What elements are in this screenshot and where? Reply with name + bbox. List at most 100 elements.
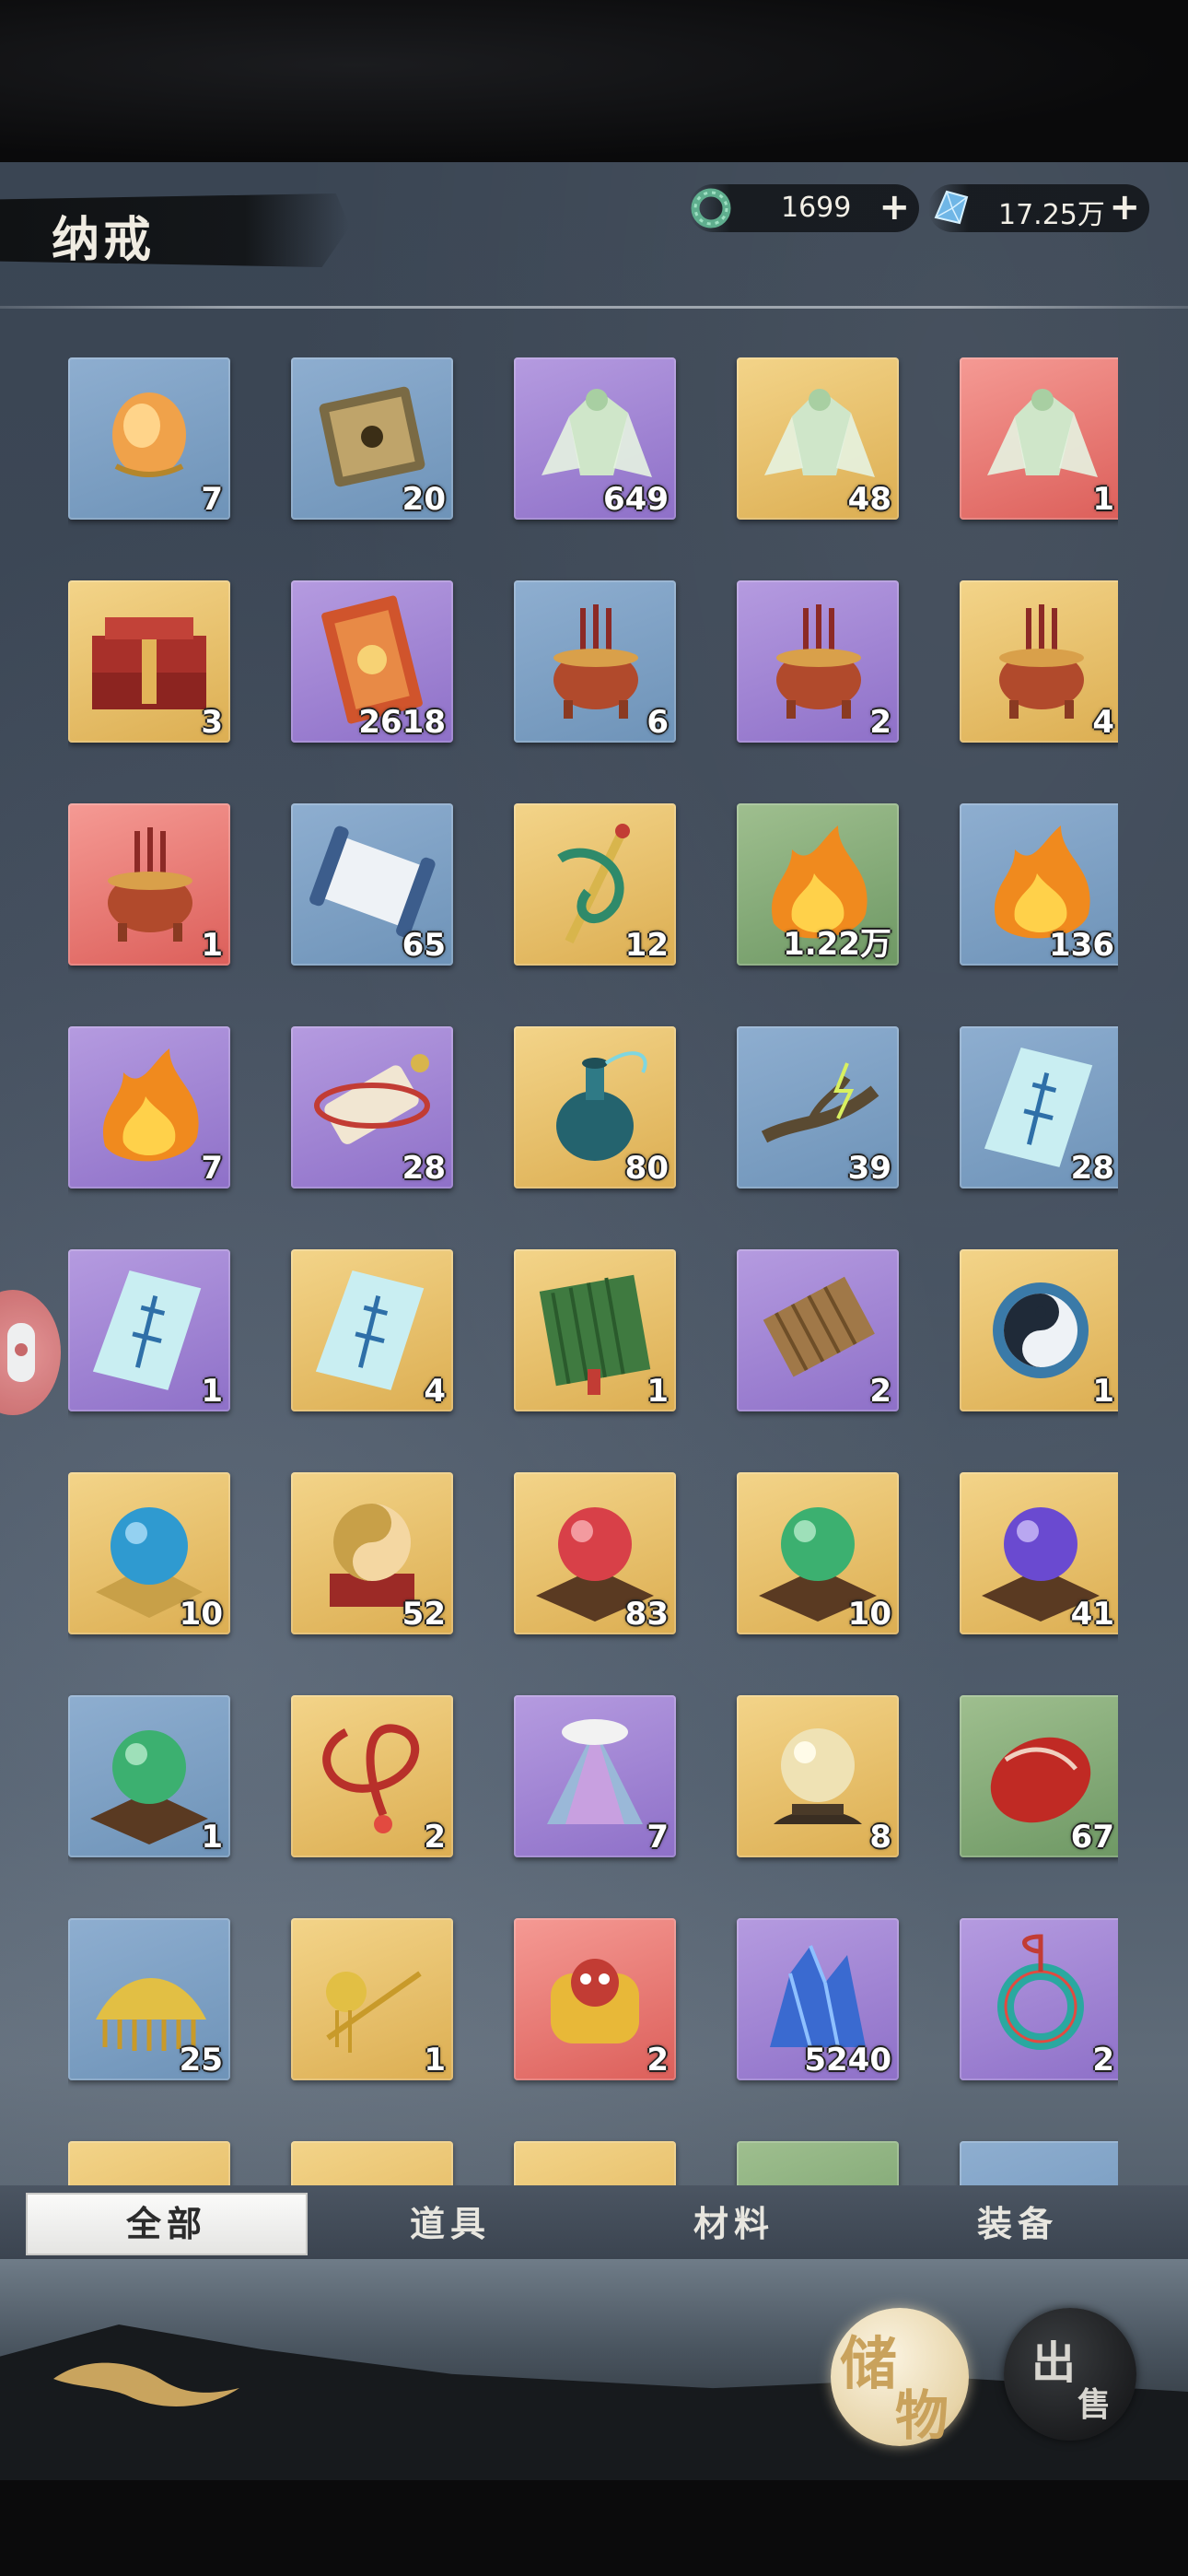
store-label-1: 储: [840, 2330, 898, 2397]
item-count: 7: [646, 1819, 669, 1856]
item-slot[interactable]: 65: [291, 803, 453, 966]
item-slot[interactable]: 1: [68, 803, 230, 966]
item-slot[interactable]: 1: [68, 1695, 230, 1857]
item-slot[interactable]: 1: [960, 1249, 1118, 1411]
item-slot[interactable]: [737, 2141, 899, 2185]
sell-button[interactable]: 出 售: [1004, 2308, 1136, 2441]
item-count: 6: [646, 704, 669, 741]
item-count: 4: [424, 1373, 446, 1410]
item-slot[interactable]: 136: [960, 803, 1118, 966]
item-count: 10: [847, 1596, 891, 1633]
item-count: 2: [869, 704, 891, 741]
item-count: 67: [1070, 1819, 1114, 1856]
store-button[interactable]: 储 物: [831, 2308, 969, 2447]
crystal-amount: 17.25万: [998, 199, 1105, 231]
crystal-currency: 17.25万 +: [928, 184, 1149, 232]
item-count: 5240: [804, 2042, 891, 2078]
page-title: 纳戒: [52, 212, 156, 268]
item-count: 2: [869, 1373, 891, 1410]
item-count: 83: [624, 1596, 669, 1633]
item-icon: [291, 2141, 453, 2185]
item-slot[interactable]: [291, 2141, 453, 2185]
item-count: 2618: [358, 704, 446, 741]
item-slot[interactable]: [514, 2141, 676, 2185]
item-slot[interactable]: [960, 2141, 1118, 2185]
item-slot[interactable]: 10: [68, 1472, 230, 1634]
item-count: 2: [646, 2042, 669, 2078]
item-count: 4: [1092, 704, 1114, 741]
item-slot[interactable]: 83: [514, 1472, 676, 1634]
item-slot[interactable]: 10: [737, 1472, 899, 1634]
item-slot[interactable]: 28: [960, 1026, 1118, 1188]
sell-label-2: 售: [1077, 2385, 1112, 2424]
item-slot[interactable]: 1: [960, 357, 1118, 520]
item-icon: [514, 2141, 676, 2185]
item-slot[interactable]: 20: [291, 357, 453, 520]
item-count: 10: [179, 1596, 223, 1633]
item-slot[interactable]: 52: [291, 1472, 453, 1634]
item-count: 3: [201, 704, 223, 741]
item-slot[interactable]: 7: [68, 357, 230, 520]
item-slot[interactable]: 1: [514, 1249, 676, 1411]
item-count: 1: [1092, 1373, 1114, 1410]
item-slot[interactable]: 80: [514, 1026, 676, 1188]
item-slot[interactable]: 649: [514, 357, 676, 520]
item-icon: [960, 2141, 1118, 2185]
item-slot[interactable]: 28: [291, 1026, 453, 1188]
tab-materials[interactable]: 材料: [593, 2193, 875, 2255]
item-count: 28: [1070, 1150, 1114, 1187]
item-slot[interactable]: 2618: [291, 580, 453, 743]
blue-crystal-icon: [934, 190, 969, 225]
tab-all[interactable]: 全部: [26, 2193, 308, 2255]
item-icon: [68, 2141, 230, 2185]
item-count: 1: [424, 2042, 446, 2078]
item-count: 52: [402, 1596, 446, 1633]
item-slot[interactable]: 2: [291, 1695, 453, 1857]
jade-amount: 1699: [781, 192, 852, 224]
item-slot[interactable]: 2: [960, 1918, 1118, 2080]
item-slot[interactable]: [68, 2141, 230, 2185]
jade-currency: 1699 +: [689, 184, 919, 232]
item-slot[interactable]: 67: [960, 1695, 1118, 1857]
item-count: 1.22万: [783, 926, 891, 963]
item-slot[interactable]: 7: [68, 1026, 230, 1188]
item-slot[interactable]: 48: [737, 357, 899, 520]
item-count: 12: [624, 927, 669, 964]
item-count: 80: [624, 1150, 669, 1187]
item-slot[interactable]: 12: [514, 803, 676, 966]
item-slot[interactable]: 39: [737, 1026, 899, 1188]
item-slot[interactable]: 4: [960, 580, 1118, 743]
item-count: 7: [201, 481, 223, 518]
top-decor-band: [0, 0, 1188, 162]
item-slot[interactable]: 4: [291, 1249, 453, 1411]
item-slot[interactable]: 1.22万: [737, 803, 899, 966]
add-jade-button[interactable]: +: [879, 186, 910, 228]
item-count: 28: [402, 1150, 446, 1187]
item-slot[interactable]: 41: [960, 1472, 1118, 1634]
item-slot[interactable]: 1: [291, 1918, 453, 2080]
item-icon: [737, 2141, 899, 2185]
item-count: 20: [402, 481, 446, 518]
item-slot[interactable]: 6: [514, 580, 676, 743]
item-count: 7: [201, 1150, 223, 1187]
item-slot[interactable]: 7: [514, 1695, 676, 1857]
item-count: 2: [424, 1819, 446, 1856]
jade-ring-icon: [691, 188, 731, 228]
item-slot[interactable]: 1: [68, 1249, 230, 1411]
add-crystal-button[interactable]: +: [1109, 186, 1140, 228]
item-slot[interactable]: 8: [737, 1695, 899, 1857]
item-slot[interactable]: 3: [68, 580, 230, 743]
item-slot[interactable]: 25: [68, 1918, 230, 2080]
item-slot[interactable]: 2: [514, 1918, 676, 2080]
item-slot[interactable]: 2: [737, 1249, 899, 1411]
gold-cloud-decoration: [53, 2362, 239, 2406]
tab-equipment[interactable]: 装备: [877, 2193, 1159, 2255]
toggle-knob-icon: [7, 1323, 35, 1382]
tab-props[interactable]: 道具: [309, 2193, 591, 2255]
item-count: 1: [201, 1819, 223, 1856]
item-count: 65: [402, 927, 446, 964]
category-tabbar: 全部 道具 材料 装备: [0, 2185, 1188, 2259]
item-count: 25: [179, 2042, 223, 2078]
item-slot[interactable]: 2: [737, 580, 899, 743]
item-slot[interactable]: 5240: [737, 1918, 899, 2080]
